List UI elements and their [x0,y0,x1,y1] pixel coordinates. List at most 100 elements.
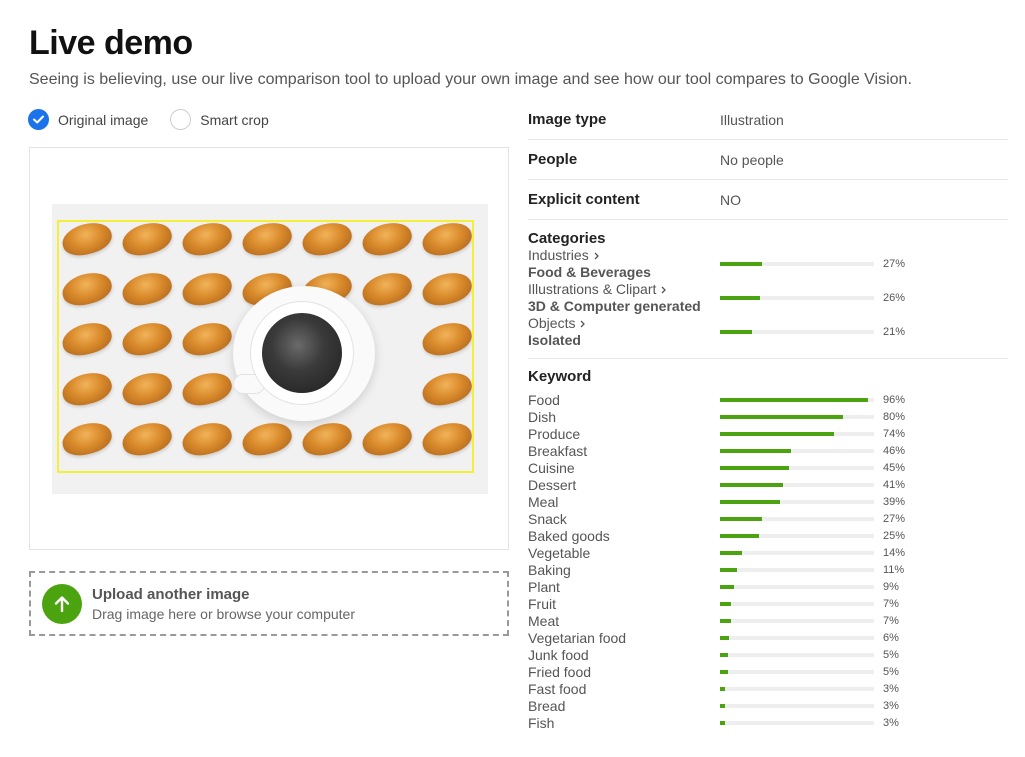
keyword-label: Breakfast [528,442,588,459]
keyword-label: Bread [528,697,566,714]
upload-button[interactable] [42,583,82,624]
chevron-right-icon [661,286,667,293]
keyword-bar-fill [720,414,844,419]
crop-box[interactable] [57,220,474,473]
keyword-percent: 14% [883,546,906,559]
category-bar-fill [720,296,761,300]
category-parent-label: Illustrations & Clipart [528,281,657,297]
view-mode-selector: Original image Smart crop [28,109,291,130]
keyword-bar [720,448,874,453]
keyword-percent: 46% [883,444,906,457]
keyword-label: Plant [528,578,560,595]
keyword-row: Vegetable 14% [528,544,1008,561]
keyword-percent: 41% [883,478,906,491]
category-child-label: 3D & Computer generated [528,298,701,314]
keyword-bar [720,482,874,487]
keyword-bar [720,720,874,725]
keyword-bar-fill [720,465,790,470]
category-percent: 27% [883,258,906,270]
category-bar-fill [720,262,762,266]
keyword-label: Baked goods [528,527,610,544]
keyword-bar [720,703,874,708]
category-row: Industries Food & Beverages 27% [528,247,1008,281]
keywords-section: Keyword Food 96% Dish 80% Produce 74% Breakfas… [528,359,1008,731]
keyword-percent: 6% [883,631,899,644]
keyword-row: Baked goods 25% [528,527,1008,544]
category-bar [720,330,874,334]
unchecked-circle-icon [170,109,192,130]
keyword-label: Fast food [528,680,587,697]
category-text: Industries Food & Beverages [528,247,720,281]
keyword-row: Meal 39% [528,493,1008,510]
keyword-label: Meal [528,493,559,510]
keyword-percent: 39% [883,495,906,508]
original-image-radio[interactable]: Original image [28,109,148,130]
category-parent-link[interactable]: Objects [528,315,720,332]
keyword-bar-fill [720,482,784,487]
keyword-percent: 45% [883,461,906,474]
keyword-row: Cuisine 45% [528,459,1008,476]
category-parent-link[interactable]: Illustrations & Clipart [528,281,720,298]
keyword-percent: 3% [883,682,899,695]
categories-section: Categories Industries Food & Beverages 27%… [528,220,1008,359]
keyword-row: Food 96% [528,391,1008,408]
keyword-bar-fill [720,397,868,402]
keyword-bar-fill [720,567,737,572]
category-text: Illustrations & Clipart 3D & Computer gen… [528,281,720,315]
keyword-label: Fried food [528,663,592,680]
keyword-bar [720,397,874,402]
keyword-bar [720,618,874,623]
keyword-bar [720,516,874,521]
keyword-percent: 9% [883,580,899,593]
explicit-content-row: Explicit content NO [528,180,1008,220]
keyword-label: Meat [528,612,560,629]
keyword-bar-fill [720,652,728,657]
keyword-label: Vegetarian food [528,629,627,646]
image-preview [29,147,509,550]
people-label: People [528,151,578,168]
keyword-percent: 5% [883,665,899,678]
analysis-panel: Image type Illustration People No people… [528,100,1008,731]
category-child-label: Isolated [528,332,581,348]
original-image-label: Original image [58,111,149,128]
upload-title: Upload another image [92,585,250,603]
keyword-percent: 25% [883,529,906,542]
keyword-bar-fill [720,550,742,555]
keyword-row: Bread 3% [528,697,1008,714]
keyword-bar-fill [720,584,734,589]
keyword-bar [720,635,874,640]
keyword-bar [720,584,874,589]
keyword-label: Cuisine [528,459,575,476]
smart-crop-radio[interactable]: Smart crop [170,109,269,130]
keyword-label: Junk food [528,646,589,663]
people-value: No people [720,151,784,168]
image-type-row: Image type Illustration [528,100,1008,140]
chevron-right-icon [581,320,586,327]
keyword-row: Fried food 5% [528,663,1008,680]
keyword-row: Dessert 41% [528,476,1008,493]
keyword-label: Fish [528,714,555,731]
keyword-row: Fish 3% [528,714,1008,731]
keyword-row: Snack 27% [528,510,1008,527]
keyword-row: Produce 74% [528,425,1008,442]
keyword-bar [720,567,874,572]
keyword-bar [720,686,874,691]
page-title: Live demo [29,24,193,62]
category-parent-link[interactable]: Industries [528,247,720,264]
keyword-label: Snack [528,510,567,527]
category-parent-label: Industries [528,247,589,263]
keyword-percent: 96% [883,393,906,406]
keyword-row: Vegetarian food 6% [528,629,1008,646]
keyword-label: Dish [528,408,557,425]
category-bar-fill [720,330,753,334]
keyword-label: Baking [528,561,571,578]
upload-dropzone[interactable]: Upload another image Drag image here or … [29,571,509,636]
keyword-bar [720,550,874,555]
keyword-bar-fill [720,533,759,538]
category-percent: 26% [883,292,906,304]
keyword-label: Produce [528,425,581,442]
keyword-percent: 5% [883,648,899,661]
checked-circle-icon [28,109,49,130]
keyword-label: Dessert [528,476,577,493]
keyword-row: Meat 7% [528,612,1008,629]
